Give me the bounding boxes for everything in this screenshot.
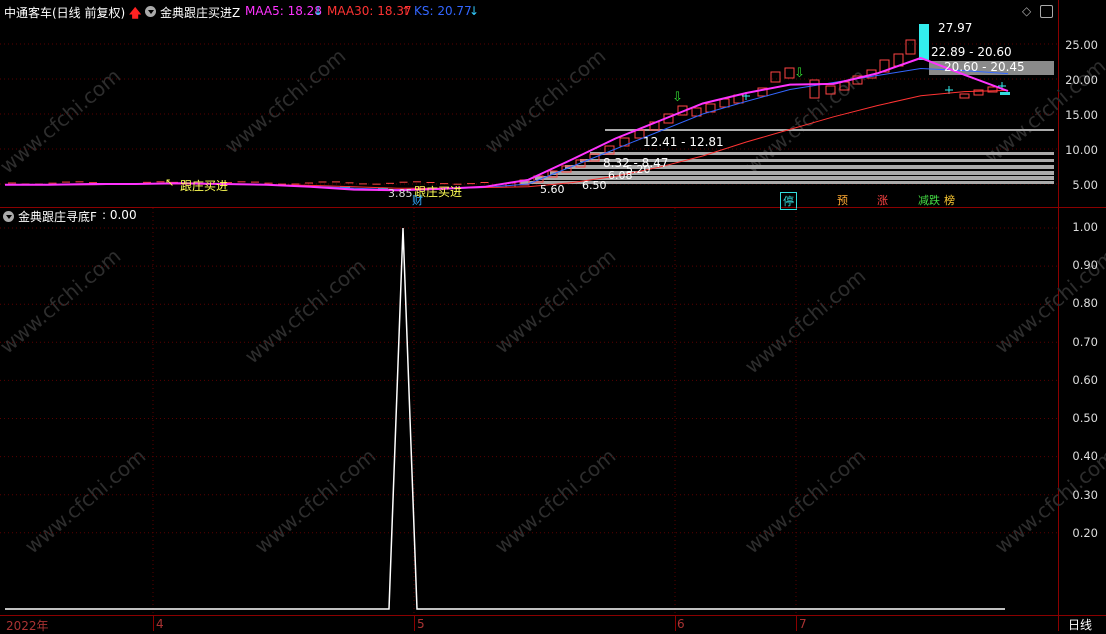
price-tick-label: 15.00 [1065,108,1098,122]
price-tick-label: 10.00 [1065,143,1098,157]
date-tick [796,615,797,631]
date-tick [414,615,415,631]
sub-tick-label: 0.90 [1072,258,1098,272]
band-label-7: 6.50 [582,179,607,192]
candle [784,67,795,79]
date-label: 6 [677,617,685,631]
main-right-border [1058,0,1059,631]
tag-zhang[interactable]: 涨 [875,192,890,208]
period-button[interactable]: 日线 [1068,616,1092,633]
candle [905,39,916,55]
sub-tick-label: 0.80 [1072,296,1098,310]
date-tick [675,615,676,631]
price-tick-label: 25.00 [1065,38,1098,52]
sub-tick-label: 0.50 [1072,411,1098,425]
tag-yu[interactable]: 预 [835,192,850,208]
candle-up-limit [919,24,929,60]
date-label: 5 [417,617,425,631]
date-tick [153,615,154,631]
tag-cai[interactable]: 财 [410,192,425,208]
high-price-label: 27.97 [938,21,973,35]
sub-tick-label: 0.30 [1072,488,1098,502]
date-label: 4 [156,617,164,631]
band-label-6: 5.20 [626,163,651,176]
series-line-maa5 [5,56,1009,192]
tag-bang[interactable]: 榜 [942,192,957,208]
price-tick-label: 5.00 [1072,178,1098,192]
band-label-3: 12.41 - 12.81 [643,135,724,149]
candle [719,98,730,108]
buy-down-arrow-icon: ⇩ [672,90,683,105]
sub-tick-label: 0.70 [1072,335,1098,349]
date-label: 2022年 [6,619,49,633]
candle [809,79,820,99]
tag-jiandie[interactable]: 减跌 [916,192,942,208]
candle [825,85,836,95]
price-tick-label: 20.00 [1065,73,1098,87]
band-label-8: 5.60 [540,183,565,196]
support-band [590,152,1054,155]
date-label: 7 [799,617,807,631]
candle [959,93,970,99]
sub-tick-label: 0.60 [1072,373,1098,387]
band-label-2: 20.60 - 20.45 [944,60,1025,74]
candle [619,137,630,147]
sub-tick-label: 0.20 [1072,526,1098,540]
date-axis-line [0,615,1106,616]
sub-tick-label: 1.00 [1072,220,1098,234]
sub-tick-label: 0.40 [1072,449,1098,463]
buy-marker-icon: ↖ [165,176,174,189]
main-chart: ⇩ ⇩ ↖ [0,24,1058,192]
sub-chart [0,208,1058,615]
buy-signal-label-1: 跟庄买进 [180,179,229,193]
candle [770,71,781,83]
band-label-1: 22.89 - 20.60 [931,45,1012,59]
candle-down [1000,92,1010,95]
buy-down-arrow-icon: ⇩ [794,66,805,81]
candle [839,81,850,91]
low-price-label: 3.85 [388,187,413,200]
support-band [605,129,1054,131]
